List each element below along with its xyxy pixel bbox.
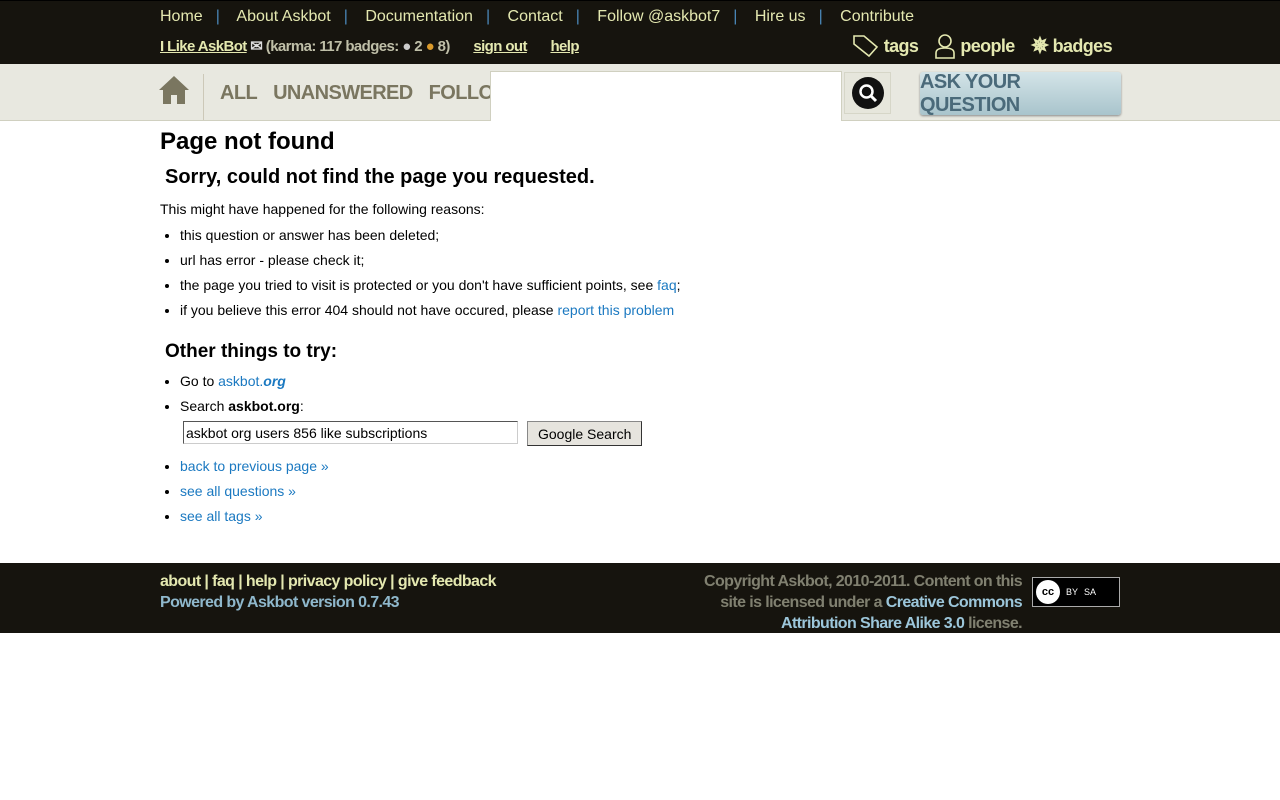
powered-by-link[interactable]: Powered by Askbot version 0.7.43 [160,594,400,611]
search-icon [851,77,884,109]
separator: | [485,8,491,25]
nav-about[interactable]: About Askbot [236,8,330,25]
cc-icon: cc [1036,580,1060,604]
list-item: the page you tried to visit is protected… [180,273,860,298]
top-nav: Home | About Askbot | Documentation | Conta… [160,8,914,26]
list-item: url has error - please check it; [180,248,860,273]
list-item: see all tags » [180,504,860,529]
search-button[interactable] [844,72,891,114]
list-item: if you believe this error 404 should not… [180,298,860,323]
separator: | [575,8,580,25]
help-link[interactable]: help [550,38,579,55]
footer: about | faq | help | privacy policy | gi… [0,563,1280,633]
cc-sa-label: SA [1084,587,1097,597]
nav-follow[interactable]: Follow @askbot7 [597,8,720,25]
cc-license-badge[interactable]: cc BY SA [1032,577,1120,607]
google-search-button[interactable]: Google Search [527,421,643,446]
ask-question-button[interactable]: ASK YOUR QUESTION [920,71,1121,116]
nav-hire[interactable]: Hire us [755,8,806,25]
faq-link[interactable]: faq [657,277,676,293]
report-problem-link[interactable]: report this problem [557,302,674,318]
tag-icon [852,35,878,58]
all-tags-link[interactable]: see all tags » [180,508,263,524]
nav-tags[interactable]: tags [852,34,919,58]
separator: | [733,8,738,25]
footer-privacy[interactable]: privacy policy [288,573,387,590]
search-input[interactable] [490,71,842,121]
people-label: people [960,35,1015,56]
google-search-input[interactable] [183,421,518,444]
other-title: Other things to try: [165,341,338,362]
separator: | [343,8,348,25]
error-subtitle: Sorry, could not find the page you reque… [165,166,595,188]
askbot-org-link[interactable]: askbot.org [218,373,286,389]
karma-text: (karma: 117 badges: [265,38,399,55]
separator: | [818,8,823,25]
tags-label: tags [883,35,919,56]
footer-faq[interactable]: faq [212,573,235,590]
navigation-links: back to previous page » see all question… [160,454,860,529]
list-item: Go to askbot.org [180,369,860,394]
silver-count: 2 [414,38,423,55]
bronze-badge-icon: ● [425,38,435,55]
footer-about[interactable]: about [160,573,201,590]
user-info: I Like AskBot ✉ (karma: 117 badges: ● 2 … [160,38,580,55]
nav-contact[interactable]: Contact [508,8,563,25]
username-link[interactable]: I Like AskBot [160,38,247,55]
all-questions-link[interactable]: see all questions » [180,483,296,499]
nav-badges[interactable]: ✵ badges [1030,33,1113,59]
badges-label: badges [1052,35,1113,56]
google-search-form: Google Search [183,421,860,446]
badge-icon: ✵ [1030,33,1049,58]
main-content: Page not found Sorry, could not find the… [160,128,860,547]
home-button[interactable] [158,74,204,120]
silver-badge-icon: ● [402,38,411,55]
other-list: Go to askbot.org Search askbot.org: Goog… [160,369,860,446]
footer-links: about | faq | help | privacy policy | gi… [160,573,497,611]
separator: | [215,8,220,25]
tab-all[interactable]: ALL [220,82,258,105]
copyright: Copyright Askbot, 2010-2011. Content on … [704,573,1023,632]
secondary-bar: ALL UNANSWERED FOLLOWED ASK YOUR QUESTIO… [0,64,1280,121]
back-link[interactable]: back to previous page » [180,458,329,474]
mail-icon[interactable]: ✉ [250,38,263,55]
tab-unanswered[interactable]: UNANSWERED [273,82,413,105]
list-item: Search askbot.org: Google Search [180,394,860,446]
nav-documentation[interactable]: Documentation [365,8,473,25]
bronze-count: 8 [437,38,446,55]
list-item: this question or answer has been deleted… [180,223,860,248]
cc-by-label: BY [1066,587,1079,597]
nav-contribute[interactable]: Contribute [840,8,914,25]
footer-help[interactable]: help [246,573,277,590]
intro-text: This might have happened for the followi… [160,201,485,217]
nav-people[interactable]: people [934,33,1015,59]
home-icon [159,76,189,104]
top-header: Home | About Askbot | Documentation | Conta… [0,0,1280,64]
person-icon [935,34,956,59]
reasons-list: this question or answer has been deleted… [160,223,860,323]
sign-out-link[interactable]: sign out [473,38,527,55]
page-title: Page not found [160,128,335,155]
footer-feedback[interactable]: give feedback [398,573,497,590]
list-item: see all questions » [180,479,860,504]
list-item: back to previous page » [180,454,860,479]
nav-home[interactable]: Home [160,8,203,25]
right-nav: tags people ✵ badges [852,33,1113,59]
